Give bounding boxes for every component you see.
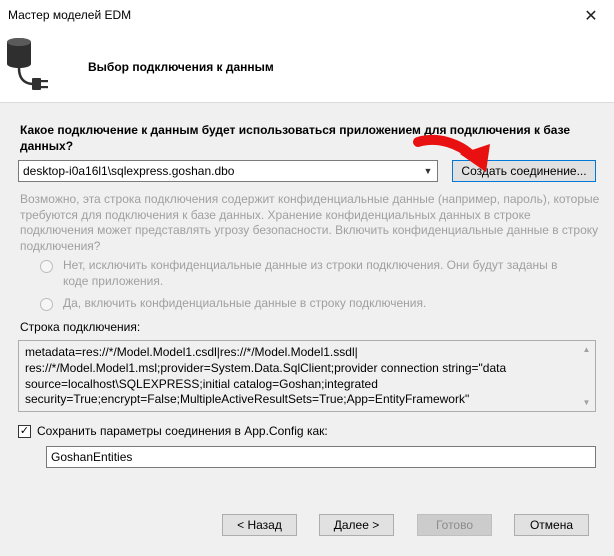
- red-arrow-annotation-icon: [413, 134, 490, 172]
- exclude-sensitive-option: Нет, исключить конфиденциальные данные и…: [40, 258, 585, 289]
- connection-question: Какое подключение к данным будет использ…: [20, 123, 571, 153]
- connection-string-box[interactable]: metadata=res://*/Model.Model1.csdl|res:/…: [18, 340, 596, 412]
- close-icon[interactable]: ✕: [568, 0, 614, 32]
- sensitive-data-warning: Возможно, эта строка подключения содержи…: [20, 192, 600, 253]
- back-button[interactable]: < Назад: [222, 514, 297, 536]
- wizard-header: Выбор подключения к данным: [0, 32, 614, 103]
- radio-exclude: [40, 260, 53, 273]
- connection-string-label: Строка подключения:: [20, 320, 141, 334]
- connection-string-text: metadata=res://*/Model.Model1.csdl|res:/…: [25, 345, 507, 407]
- include-sensitive-label: Да, включить конфиденциальные данные в с…: [63, 296, 427, 310]
- database-plug-icon: [7, 38, 48, 90]
- save-config-label: Сохранить параметры соединения в App.Con…: [37, 424, 328, 438]
- entity-name-value: GoshanEntities: [51, 450, 133, 464]
- save-config-row: ✓ Сохранить параметры соединения в App.C…: [18, 424, 328, 438]
- vertical-scrollbar[interactable]: ▲ ▼: [578, 341, 595, 411]
- save-config-checkbox[interactable]: ✓: [18, 424, 31, 438]
- connection-select-value: desktop-i0a16l1\sqlexpress.goshan.dbo: [23, 164, 235, 178]
- entity-name-field[interactable]: GoshanEntities: [46, 446, 596, 468]
- exclude-sensitive-label: Нет, исключить конфиденциальные данные и…: [63, 258, 558, 288]
- next-button[interactable]: Далее >: [319, 514, 394, 536]
- scroll-down-icon[interactable]: ▼: [578, 394, 595, 411]
- radio-include: [40, 298, 53, 311]
- include-sensitive-option: Да, включить конфиденциальные данные в с…: [40, 296, 426, 312]
- scroll-up-icon[interactable]: ▲: [578, 341, 595, 358]
- title-bar: Мастер моделей EDM ✕: [0, 0, 614, 32]
- finish-button: Готово: [417, 514, 492, 536]
- connection-select[interactable]: desktop-i0a16l1\sqlexpress.goshan.dbo ▼: [18, 160, 438, 182]
- window-title: Мастер моделей EDM: [8, 8, 132, 22]
- cancel-button[interactable]: Отмена: [514, 514, 589, 536]
- page-title: Выбор подключения к данным: [88, 60, 274, 74]
